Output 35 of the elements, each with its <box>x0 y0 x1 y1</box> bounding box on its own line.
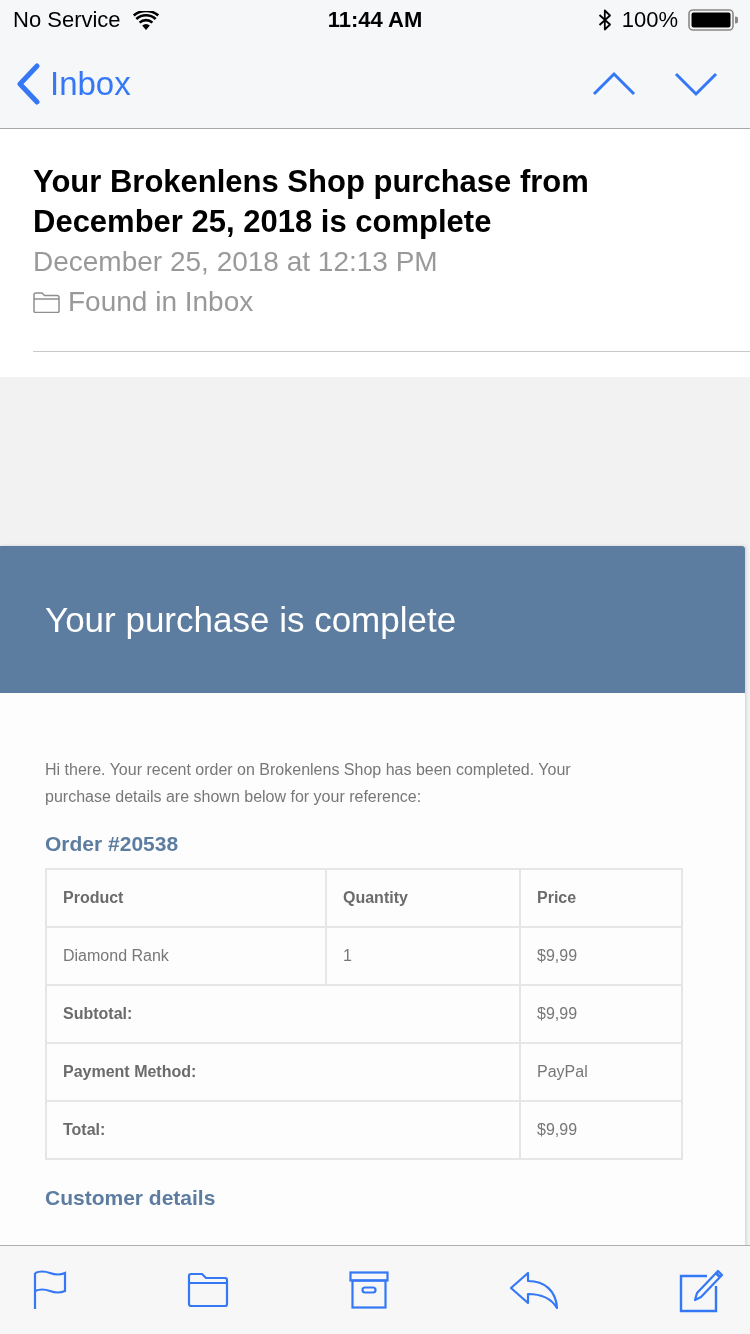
flag-icon[interactable] <box>33 1270 67 1310</box>
reply-icon[interactable] <box>509 1271 559 1309</box>
column-header: Product <box>46 869 326 927</box>
table-cell: $9,99 <box>520 927 682 985</box>
table-cell: $9,99 <box>520 985 682 1043</box>
back-chevron-icon <box>16 63 42 105</box>
summary-label-cell: Subtotal: <box>46 985 520 1043</box>
mailbox-location: Found in Inbox <box>68 285 254 319</box>
back-button[interactable]: Inbox <box>16 63 131 105</box>
archive-box-icon[interactable] <box>349 1271 389 1309</box>
table-cell: $9,99 <box>520 1101 682 1159</box>
carrier-label: No Service <box>13 7 121 33</box>
summary-label-cell: Total: <box>46 1101 520 1159</box>
battery-icon <box>688 9 738 31</box>
clock-time: 11:44 AM <box>327 7 423 33</box>
column-header: Price <box>520 869 682 927</box>
previous-message-icon[interactable] <box>592 71 636 97</box>
table-cell: PayPal <box>520 1043 682 1101</box>
compose-icon[interactable] <box>679 1267 725 1313</box>
message-date: December 25, 2018 at 12:13 PM <box>33 245 439 279</box>
customer-heading: Customer details <box>45 1185 217 1211</box>
bluetooth-icon <box>597 9 612 31</box>
message-subject: Your Brokenlens Shop purchase from December 25, 2018 is complete <box>33 163 590 241</box>
intro-paragraph: Hi there. Your recent order on Brokenlens Shop has been completed. Your purchase details are shown below for your reference: <box>45 760 572 807</box>
table-cell: Diamond Rank <box>46 927 326 985</box>
folder-icon[interactable] <box>187 1272 229 1308</box>
banner-title: Your purchase is complete <box>45 599 457 640</box>
next-message-icon[interactable] <box>674 71 718 97</box>
summary-label-cell: Payment Method: <box>46 1043 520 1101</box>
wifi-icon <box>132 10 159 30</box>
table-cell: 1 <box>326 927 520 985</box>
folder-icon <box>33 291 60 313</box>
column-header: Quantity <box>326 869 520 927</box>
order-heading: Order #20538 <box>45 831 180 857</box>
battery-percent: 100% <box>621 7 678 33</box>
